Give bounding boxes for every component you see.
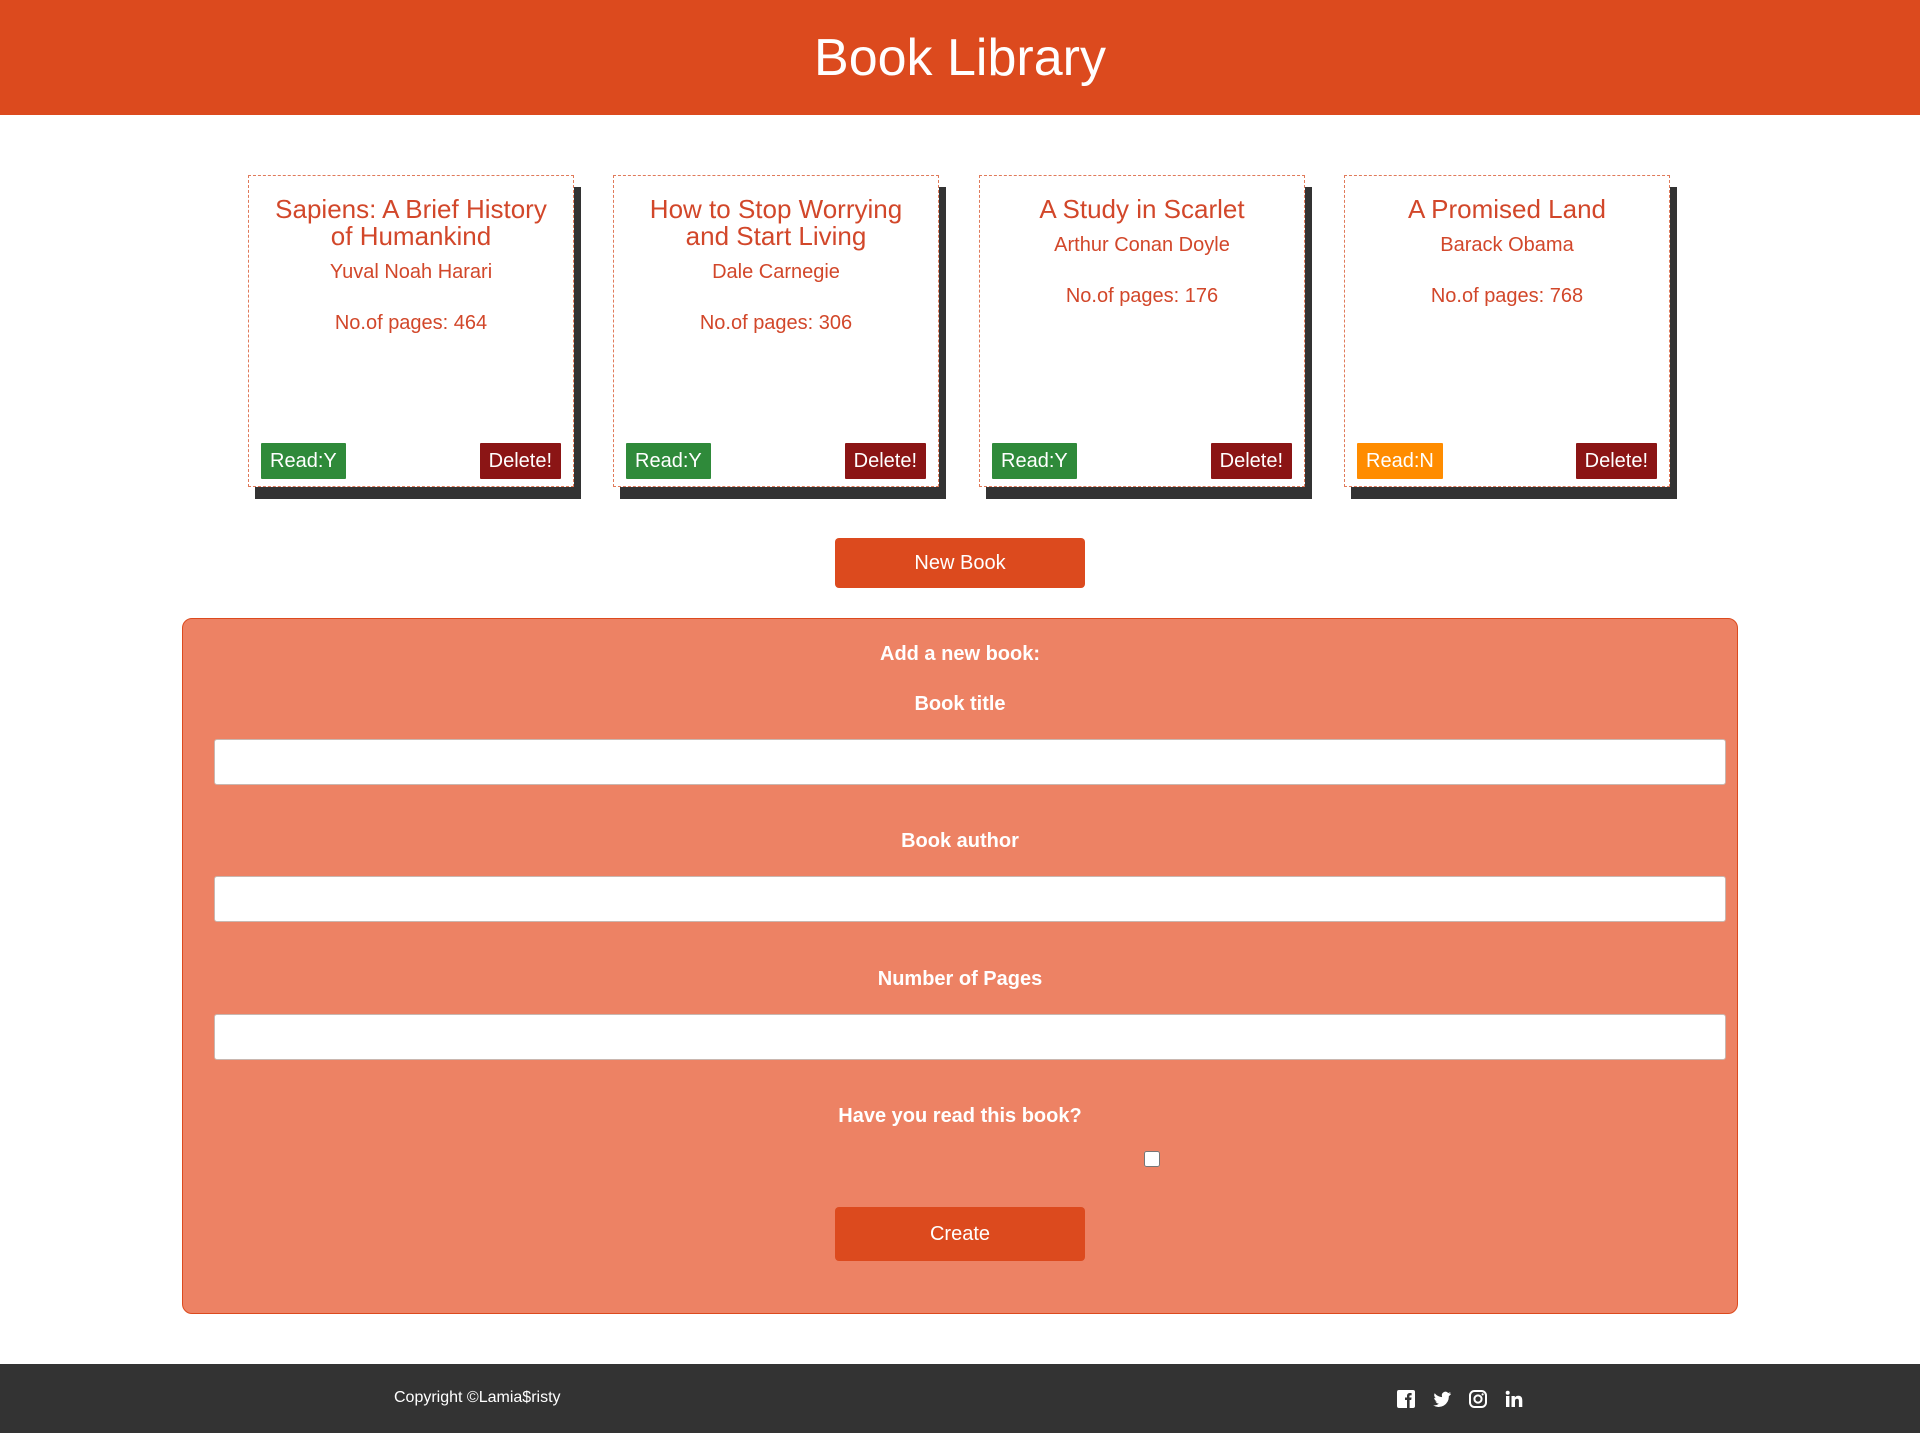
delete-button[interactable]: Delete!: [479, 443, 561, 479]
book-pages: No.of pages: 176: [1065, 285, 1219, 307]
page-title: Book Library: [814, 28, 1106, 87]
read-toggle-button[interactable]: Read:Y: [261, 443, 346, 479]
book-author-input[interactable]: [214, 876, 1726, 922]
book-title: A Promised Land: [1407, 194, 1606, 224]
book-card: A Study in Scarlet Arthur Conan Doyle No…: [979, 175, 1305, 487]
social-links: [1396, 1389, 1524, 1409]
number-of-pages-input[interactable]: [214, 1014, 1726, 1060]
book-card: Sapiens: A Brief History of Humankind Yu…: [248, 175, 574, 487]
linkedin-icon[interactable]: [1504, 1389, 1524, 1409]
instagram-icon[interactable]: [1468, 1389, 1488, 1409]
create-button[interactable]: Create: [835, 1207, 1085, 1261]
delete-button[interactable]: Delete!: [1210, 443, 1292, 479]
book-author: Yuval Noah Harari: [329, 261, 493, 283]
book-pages: No.of pages: 306: [699, 312, 853, 334]
book-title: A Study in Scarlet: [1039, 194, 1245, 224]
book-author: Arthur Conan Doyle: [1054, 234, 1230, 256]
read-toggle-button[interactable]: Read:Y: [992, 443, 1077, 479]
delete-button[interactable]: Delete!: [1575, 443, 1657, 479]
book-title-label: Book title: [914, 693, 1006, 715]
new-book-button[interactable]: New Book: [835, 538, 1085, 588]
read-question-label: Have you read this book?: [838, 1105, 1082, 1127]
copyright-text: Copyright ©Lamia$risty: [394, 1389, 561, 1406]
book-author-label: Book author: [901, 830, 1019, 852]
facebook-icon[interactable]: [1396, 1389, 1416, 1409]
footer: Copyright ©Lamia$risty: [0, 1364, 1920, 1433]
book-pages: No.of pages: 768: [1430, 285, 1584, 307]
twitter-icon[interactable]: [1432, 1389, 1452, 1409]
read-toggle-button[interactable]: Read:Y: [626, 443, 711, 479]
app-header: Book Library: [0, 0, 1920, 115]
book-card: How to Stop Worrying and Start Living Da…: [613, 175, 939, 487]
form-heading: Add a new book:: [880, 643, 1040, 665]
book-title-input[interactable]: [214, 739, 1726, 785]
read-toggle-button[interactable]: Read:N: [1357, 443, 1443, 479]
book-author: Barack Obama: [1440, 234, 1574, 256]
book-pages: No.of pages: 464: [334, 312, 488, 334]
book-title: How to Stop Worrying and Start Living: [649, 194, 903, 251]
delete-button[interactable]: Delete!: [844, 443, 926, 479]
book-title: Sapiens: A Brief History of Humankind: [275, 194, 547, 251]
book-author: Dale Carnegie: [712, 261, 840, 283]
number-of-pages-label: Number of Pages: [877, 968, 1043, 990]
read-checkbox[interactable]: [1144, 1151, 1160, 1167]
book-card: A Promised Land Barack Obama No.of pages…: [1344, 175, 1670, 487]
add-book-form: Add a new book: Book title Book author N…: [182, 618, 1738, 1314]
